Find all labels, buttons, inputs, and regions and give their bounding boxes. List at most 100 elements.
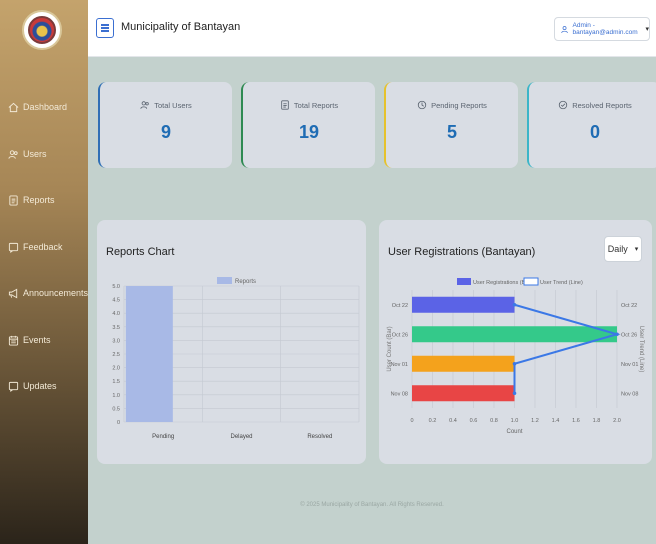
y-tick-label: Oct 26 [392,332,408,338]
y-tick-label-right: Nov 01 [621,362,638,368]
legend-swatch [523,277,539,286]
sidebar-item-label: Users [23,149,47,159]
page-title: Municipality of Bantayan [121,21,241,33]
sidebar-item-users[interactable]: Users [8,144,86,164]
sidebar-item-label: Dashboard [23,102,68,112]
x-tick-label: 0.8 [490,418,498,424]
y-tick-label: 3.5 [112,325,120,331]
sidebar-item-label: Reports [23,195,55,205]
y-tick-label: 1.5 [112,379,120,385]
bar [412,385,515,402]
y-tick-label: 5.0 [112,284,120,290]
y-tick-label: 0 [117,420,120,426]
y-tick-label: 2.5 [112,352,120,358]
stat-card-total-reports: Total Reports 19 [241,82,375,168]
x-tick-label: 0 [410,418,413,424]
user-icon [561,25,568,33]
stat-label: Total Users [154,100,192,110]
clock-icon [417,100,427,110]
y-tick-label-right: Oct 26 [621,332,637,338]
trend-point [512,361,517,366]
feedback-icon [8,242,19,253]
trend-line [513,303,621,394]
y-tick-label: 4.5 [112,298,120,304]
sidebar-item-announcements[interactable]: Announcements [8,283,89,303]
y-tick-label: Nov 01 [391,362,408,368]
sidebar-item-events[interactable]: Events [8,330,86,350]
legend-label: Reports [235,279,256,285]
y-tick-label-right: Nov 08 [621,391,638,397]
trend-point [512,302,517,307]
sidebar-item-updates[interactable]: Updates [8,376,86,396]
sidebar-item-label: Announcements [23,288,89,298]
stat-label: Total Reports [293,100,339,110]
updates-icon [8,381,19,392]
y-tick-label-right: Oct 22 [621,303,637,309]
sidebar-item-label: Feedback [23,242,63,252]
legend-label: User Trend (Line) [540,280,583,286]
y-tick-label: 4.0 [112,311,120,317]
home-icon [8,102,19,112]
bar [412,326,617,343]
registrations-chart-panel: User Registrations (Bantayan) Daily ▾ Us… [379,220,652,464]
y-axis-label-right: User Trend (Line) [638,326,644,373]
stat-card-resolved-reports: Resolved Reports 0 [527,82,656,168]
x-tick-label: 2.0 [613,418,621,424]
sidebar-item-reports[interactable]: Reports [8,190,86,210]
registrations-chart: User Registrations (Bar) User Trend (Line… [387,277,644,435]
stat-value: 5 [446,122,457,142]
y-tick-label: 1.0 [112,393,120,399]
x-tick-label: 1.4 [552,418,560,424]
x-axis-label: Count [506,429,522,435]
stat-label: Pending Reports [431,100,487,110]
megaphone-icon [8,288,18,298]
report-icon [281,100,289,110]
sidebar-item-label: Events [23,335,51,345]
legend-swatch [457,278,471,285]
x-tick-label: 0.4 [449,418,457,424]
reports-chart-panel: Reports Chart Reports 0 0.5 1.0 1.5 2.0 2.5 3.0… [97,220,366,464]
stat-value: 19 [298,122,320,142]
y-tick-label: Oct 22 [392,303,408,309]
users-icon [140,101,149,109]
x-tick-label: 1.8 [593,418,601,424]
y-tick-label: Nov 08 [391,391,408,397]
top-bar: Municipality of Bantayan Admin - bantaya… [88,0,656,57]
users-icon [8,149,18,159]
legend-label: User Registrations (Bar) [473,280,532,286]
y-tick-label: 0.5 [112,406,120,412]
x-tick-label: 0.6 [470,418,478,424]
stat-card-total-users: Total Users 9 [98,82,232,168]
bar [412,355,515,372]
x-tick-label: 1.2 [531,418,539,424]
sidebar-item-dashboard[interactable]: Dashboard [8,97,86,117]
x-tick-label: 1.0 [511,418,519,424]
footer-copyright: © 2025 Municipality of Bantayan. All Rig… [300,502,444,508]
stat-value: 0 [589,122,600,142]
trend-point [615,332,619,337]
stat-label: Resolved Reports [572,100,632,110]
sidebar: Dashboard Users Reports Feedback Announc… [0,0,88,544]
y-tick-label: 3.0 [112,338,120,344]
sidebar-item-feedback[interactable]: Feedback [8,237,86,257]
legend-swatch [217,277,232,284]
x-tick-label: 0.2 [429,418,437,424]
x-tick-label: 1.6 [572,418,580,424]
user-email: Admin - bantayan@admin.com [572,22,638,36]
calendar-icon [8,335,19,346]
x-tick-label: Resolved [307,434,332,440]
bar [125,286,173,422]
bar [412,296,515,313]
user-menu-button[interactable]: Admin - bantayan@admin.com ▾ [554,17,650,41]
hamburger-icon [101,27,109,29]
menu-toggle-button[interactable] [96,18,114,38]
trend-point [512,391,517,396]
x-tick-label: Delayed [230,434,252,440]
chevron-down-icon: ▾ [645,26,649,33]
reports-chart: Reports 0 0.5 1.0 1.5 2.0 2.5 3.0 3.5 4.0 4.5 5.0 Pe… [112,277,360,440]
sidebar-item-label: Updates [23,381,57,391]
municipality-logo [22,10,62,50]
stat-card-pending-reports: Pending Reports 5 [384,82,518,168]
x-tick-label: Pending [152,434,174,440]
check-circle-icon [559,100,568,110]
